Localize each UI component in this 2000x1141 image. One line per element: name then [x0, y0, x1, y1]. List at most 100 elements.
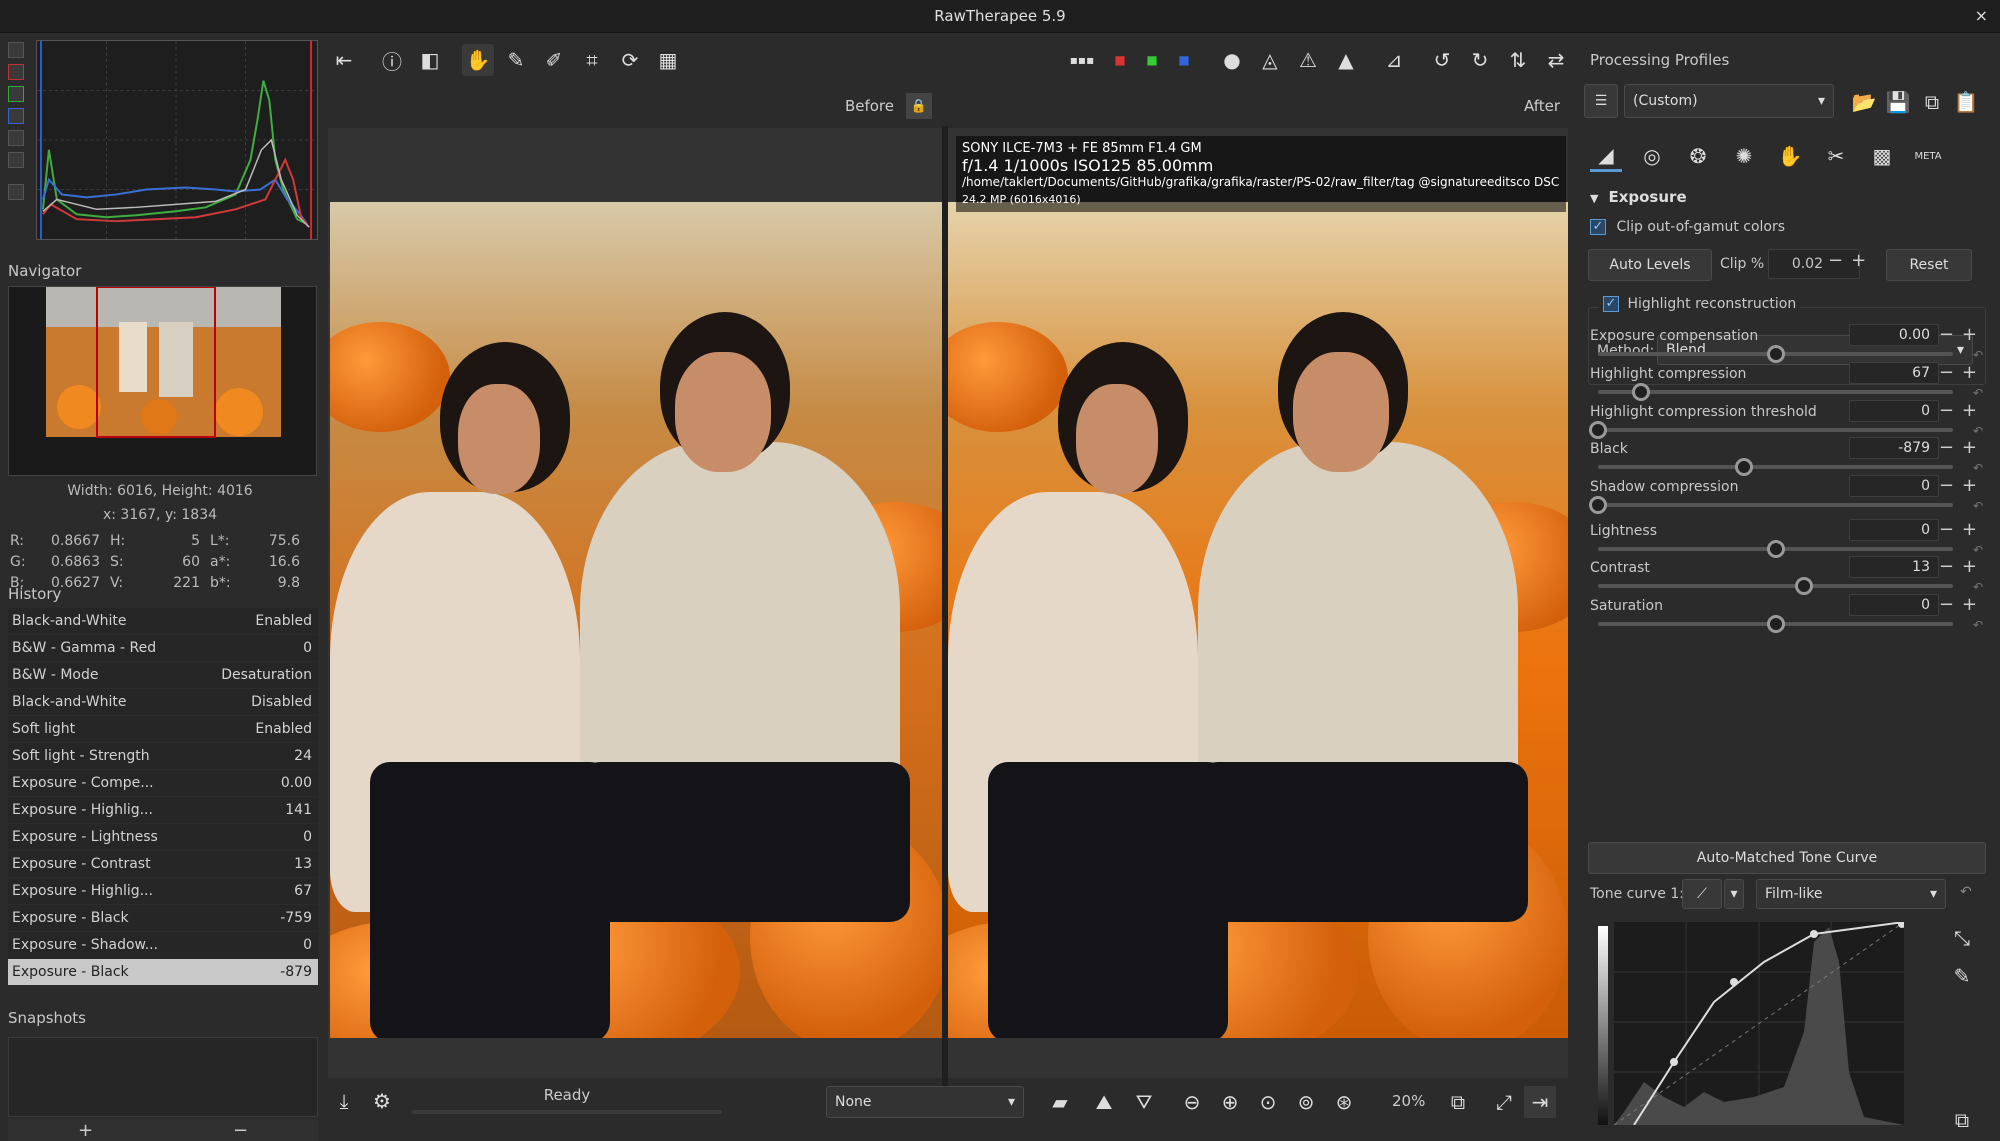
slider-reset-icon[interactable]: ↶	[1973, 424, 1983, 438]
clip-warning-icon[interactable]: ⚠	[1292, 44, 1324, 76]
slider-handle[interactable]	[1766, 615, 1785, 633]
curve-copy-icon[interactable]: ⧉	[1946, 1104, 1978, 1136]
zoom-fit-crop-icon[interactable]: ⊛	[1328, 1086, 1360, 1118]
highlight-recon-checkbox[interactable]: ✓	[1603, 296, 1619, 312]
history-row[interactable]: Exposure - Highlig... 141	[8, 797, 318, 824]
clip-highlight-icon[interactable]: ▲	[1330, 44, 1362, 76]
slider-handle[interactable]	[1734, 458, 1753, 476]
auto-matched-tone-curve-button[interactable]: Auto-Matched Tone Curve	[1588, 842, 1986, 874]
auto-levels-button[interactable]: Auto Levels	[1588, 249, 1712, 281]
channel-red-icon[interactable]: ■	[1104, 44, 1136, 76]
histogram-red-toggle-icon[interactable]	[8, 64, 24, 80]
slider-handle[interactable]	[1766, 345, 1785, 363]
slider-handle[interactable]	[1766, 540, 1785, 558]
split-divider[interactable]	[942, 126, 948, 1106]
background-color-icon[interactable]: ▪▪▪	[1066, 44, 1098, 76]
zoom-out-icon[interactable]: ⊖	[1176, 1086, 1208, 1118]
history-row[interactable]: Exposure - Shadow... 0	[8, 932, 318, 959]
tone-curve-mode-select[interactable]: Film-like ▾	[1756, 879, 1946, 909]
slider-stepper[interactable]: −+	[1939, 519, 1985, 540]
histogram-view-icon[interactable]: ⊿	[1378, 44, 1410, 76]
history-row[interactable]: Exposure - Black -759	[8, 905, 318, 932]
history-row[interactable]: Black-and-White Disabled	[8, 689, 318, 716]
zoom-fit-icon[interactable]: ⊚	[1290, 1086, 1322, 1118]
after-viewer[interactable]: SONY ILCE-7M3 + FE 85mm F1.4 GM f/1.4 1/…	[948, 128, 1568, 1078]
slider-stepper[interactable]: −+	[1939, 437, 1985, 458]
channel-blue-icon[interactable]: ■	[1168, 44, 1200, 76]
tab-raw-icon[interactable]: ▩	[1866, 140, 1898, 172]
navigator-preview[interactable]	[8, 286, 317, 476]
channel-green-icon[interactable]: ■	[1136, 44, 1168, 76]
slider-track[interactable]	[1598, 465, 1953, 469]
rotate-right-icon[interactable]: ↻	[1464, 44, 1496, 76]
slider-value-input[interactable]: 0.00	[1849, 324, 1939, 346]
slider-handle[interactable]	[1631, 383, 1650, 401]
history-row[interactable]: Exposure - Compe... 0.00	[8, 770, 318, 797]
rotate-left-icon[interactable]: ↺	[1426, 44, 1458, 76]
histogram-blue-toggle-icon[interactable]	[8, 108, 24, 124]
save-image-icon[interactable]: ⤓	[328, 1085, 360, 1117]
lock-icon[interactable]: 🔒	[906, 93, 932, 119]
curve-pick-icon[interactable]: ✎	[1946, 960, 1978, 992]
curve-type-icon[interactable]: ⟋	[1682, 879, 1722, 909]
slider-value-input[interactable]: 0	[1849, 400, 1939, 422]
tab-detail-icon[interactable]: ◎	[1636, 140, 1668, 172]
histogram-chroma-toggle-icon[interactable]	[8, 152, 24, 168]
slider-reset-icon[interactable]: ↶	[1973, 499, 1983, 513]
tab-exposure-icon[interactable]: ◢	[1590, 140, 1622, 172]
slider-track[interactable]	[1598, 503, 1953, 507]
new-detail-window-icon[interactable]: ⧉	[1442, 1086, 1474, 1118]
perspective-icon[interactable]: ▦	[652, 44, 684, 76]
slider-reset-icon[interactable]: ↶	[1973, 618, 1983, 632]
tab-advanced-icon[interactable]: ✺	[1728, 140, 1760, 172]
history-row[interactable]: Soft light - Strength 24	[8, 743, 318, 770]
clip-shadow-icon[interactable]: ◬	[1254, 44, 1286, 76]
slider-stepper[interactable]: −+	[1939, 400, 1985, 421]
close-icon[interactable]: ×	[1975, 6, 1988, 25]
hand-tool-icon[interactable]: ✋	[462, 44, 494, 76]
tone-curve-reset-icon[interactable]: ↶	[1960, 884, 1972, 900]
history-row[interactable]: Exposure - Contrast 13	[8, 851, 318, 878]
send-to-editor-icon[interactable]: ⚙	[366, 1085, 398, 1117]
slider-value-input[interactable]: 67	[1849, 362, 1939, 384]
before-viewer[interactable]	[328, 128, 942, 1078]
compare-icon[interactable]: ⛛	[1128, 1086, 1160, 1118]
flip-horizontal-icon[interactable]: ⇄	[1540, 44, 1572, 76]
tab-local-icon[interactable]: ✋	[1774, 140, 1806, 172]
slider-value-input[interactable]: -879	[1849, 437, 1939, 459]
slider-value-input[interactable]: 0	[1849, 594, 1939, 616]
clip-gamut-row[interactable]: ✓ Clip out-of-gamut colors	[1590, 219, 1785, 235]
history-row[interactable]: Exposure - Lightness 0	[8, 824, 318, 851]
slider-handle[interactable]	[1794, 577, 1813, 595]
history-row[interactable]: B&W - Gamma - Red 0	[8, 635, 318, 662]
slider-reset-icon[interactable]: ↶	[1973, 580, 1983, 594]
profile-list-icon[interactable]: ☰	[1584, 84, 1618, 118]
history-row[interactable]: Exposure - Black -879	[8, 959, 318, 986]
slider-stepper[interactable]: −+	[1939, 475, 1985, 496]
highlight-recon-row[interactable]: ✓ Highlight reconstruction	[1599, 296, 1801, 312]
histogram-raw-toggle-icon[interactable]	[8, 42, 24, 58]
zoom-100-icon[interactable]: ⊙	[1252, 1086, 1284, 1118]
histogram-green-toggle-icon[interactable]	[8, 86, 24, 102]
flip-vertical-icon[interactable]: ⇅	[1502, 44, 1534, 76]
hide-left-panel-icon[interactable]: ⇤	[328, 44, 360, 76]
tone-curve-editor[interactable]	[1614, 922, 1904, 1125]
info-icon[interactable]: ⓘ	[376, 44, 408, 76]
color-picker-icon[interactable]: ✐	[538, 44, 570, 76]
slider-value-input[interactable]: 13	[1849, 556, 1939, 578]
snapshots-list[interactable]	[8, 1037, 318, 1117]
slider-reset-icon[interactable]: ↶	[1973, 461, 1983, 475]
profile-select[interactable]: (Custom) ▾	[1624, 84, 1834, 118]
history-row[interactable]: B&W - Mode Desaturation	[8, 662, 318, 689]
slider-stepper[interactable]: −+	[1939, 556, 1985, 577]
fullscreen-icon[interactable]: ⤢	[1488, 1086, 1520, 1118]
curve-edit-points-icon[interactable]: ⤡	[1946, 922, 1978, 954]
remove-snapshot-button[interactable]: −	[233, 1120, 248, 1141]
reset-button[interactable]: Reset	[1886, 249, 1972, 281]
slider-value-input[interactable]: 0	[1849, 475, 1939, 497]
open-profile-icon[interactable]: 📂	[1848, 86, 1880, 118]
exposure-header[interactable]: ▼ Exposure	[1590, 188, 1687, 206]
clip-pct-stepper[interactable]: −+	[1828, 250, 1874, 271]
history-row[interactable]: Exposure - Highlig... 67	[8, 878, 318, 905]
crop-icon[interactable]: ⌗	[576, 44, 608, 76]
